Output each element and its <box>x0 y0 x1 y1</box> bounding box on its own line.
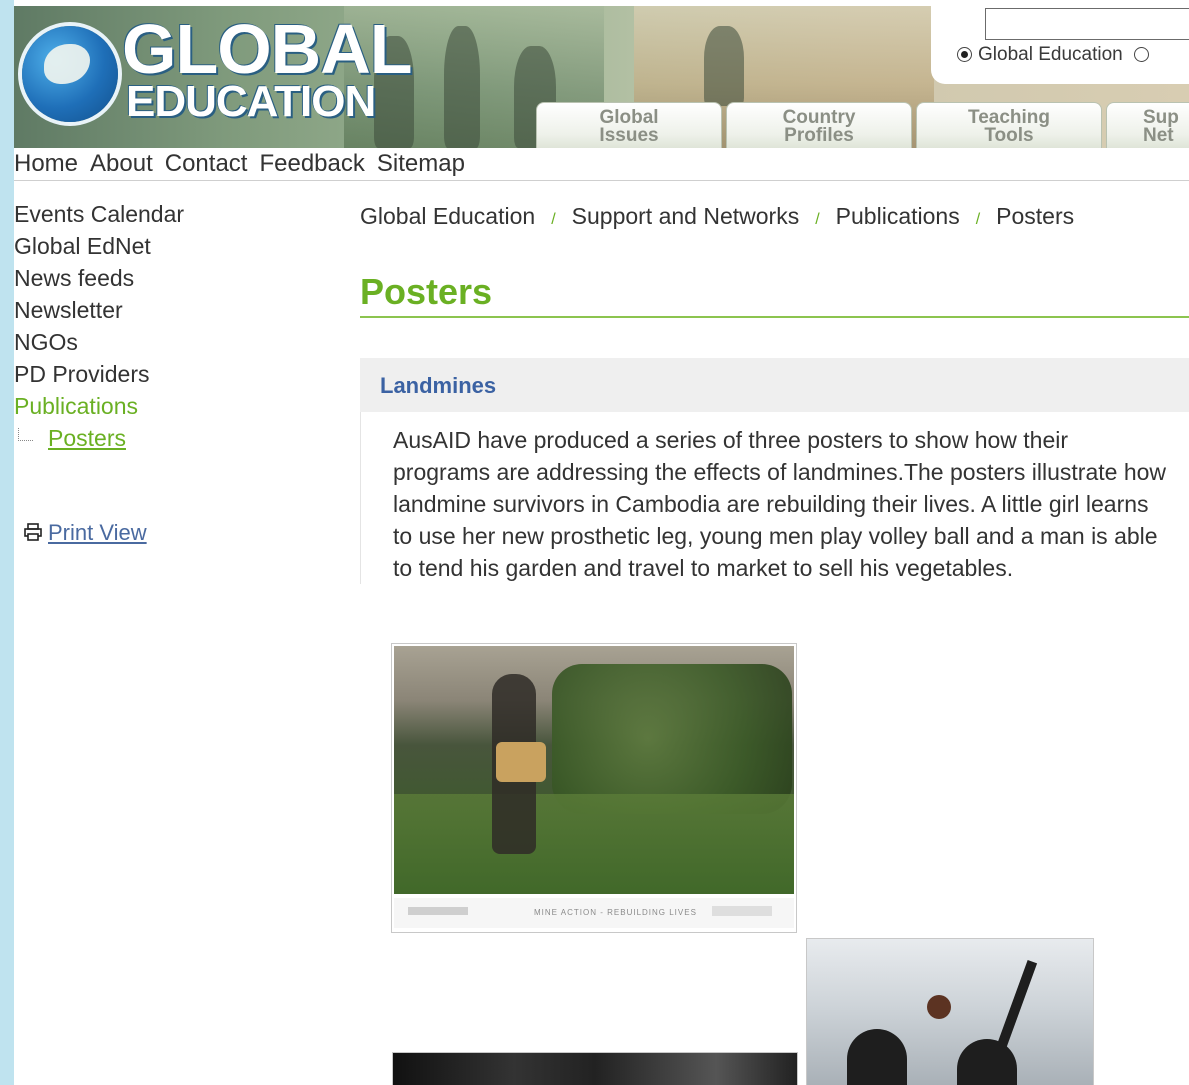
tree-connector-icon <box>18 428 33 441</box>
poster-strip-caption: MINE ACTION - REBUILDING LIVES <box>534 908 697 917</box>
logo-subtitle: EDUCATION <box>126 77 376 126</box>
poster-foliage <box>552 664 792 814</box>
watering-can-shape <box>496 742 546 782</box>
breadcrumb-current: Posters <box>996 203 1075 229</box>
radio-global-education[interactable] <box>957 47 972 63</box>
radio-label: Global Education <box>978 44 1123 65</box>
ausaid-logo-icon <box>408 907 468 915</box>
search-scope: Global Education <box>957 44 1155 66</box>
tab-label: Net <box>1143 125 1174 146</box>
sidebar-item-newsletter[interactable]: Newsletter <box>14 294 344 326</box>
sidebar-item-publications[interactable]: Publications <box>14 390 344 422</box>
header-banner: GLOBAL EDUCATION Global Education Global… <box>14 6 1189 148</box>
sidebar-item-global-ednet[interactable]: Global EdNet <box>14 230 344 262</box>
breadcrumb-global-education[interactable]: Global Education <box>360 203 535 229</box>
sidebar-subitem-posters[interactable]: Posters <box>14 422 344 454</box>
print-view-label: Print View <box>48 520 147 545</box>
poster-figure <box>847 1029 907 1085</box>
breadcrumb-separator-icon: / <box>815 211 820 228</box>
tab-global-issues[interactable]: Global Issues <box>536 102 722 148</box>
breadcrumb-separator-icon: / <box>551 211 556 228</box>
search-panel: Global Education <box>931 6 1189 84</box>
tab-support-networks[interactable]: Sup Net <box>1106 102 1189 148</box>
print-view-link[interactable]: Print View <box>24 520 147 547</box>
poster-footer-strip: MINE ACTION - REBUILDING LIVES <box>394 898 794 928</box>
sidebar-item-events-calendar[interactable]: Events Calendar <box>14 198 344 230</box>
sidebar-item-news-feeds[interactable]: News feeds <box>14 262 344 294</box>
banner-figure <box>704 26 744 106</box>
nav-feedback[interactable]: Feedback <box>259 150 364 177</box>
poster-garden-image[interactable]: MINE ACTION - REBUILDING LIVES <box>391 643 797 933</box>
sidebar: Events Calendar Global EdNet News feeds … <box>14 198 344 454</box>
section-landmines: Landmines AusAID have produced a series … <box>360 357 1189 584</box>
breadcrumb-publications[interactable]: Publications <box>836 203 960 229</box>
top-nav: Home About Contact Feedback Sitemap <box>14 148 1189 181</box>
nav-contact[interactable]: Contact <box>165 150 248 177</box>
tab-label: Issues <box>599 125 659 146</box>
breadcrumb: Global Education / Support and Networks / Pu… <box>360 198 1189 238</box>
nav-home[interactable]: Home <box>14 150 78 177</box>
volleyball-shape <box>927 995 951 1019</box>
section-heading: Landmines <box>360 357 1189 412</box>
page-title: Posters <box>360 272 1189 318</box>
main-content: Global Education / Support and Networks / Pu… <box>360 198 1189 584</box>
globe-icon <box>22 26 118 122</box>
section-body: AusAID have produced a series of three p… <box>360 411 1189 584</box>
poster-photo <box>393 1053 797 1085</box>
breadcrumb-support-networks[interactable]: Support and Networks <box>572 203 800 229</box>
poster-website-text-icon <box>712 906 772 916</box>
search-input[interactable] <box>985 8 1189 40</box>
poster-prosthetic-image[interactable] <box>392 1052 798 1085</box>
poster-volleyball-image[interactable] <box>806 938 1094 1085</box>
tab-country-profiles[interactable]: Country Profiles <box>726 102 912 148</box>
logo-title: GLOBAL <box>122 10 413 88</box>
page: GLOBAL EDUCATION Global Education Global… <box>14 0 1189 1085</box>
breadcrumb-separator-icon: / <box>975 211 981 228</box>
radio-other-scope[interactable] <box>1134 47 1149 63</box>
sidebar-item-pd-providers[interactable]: PD Providers <box>14 358 344 390</box>
nav-about[interactable]: About <box>90 150 153 177</box>
tab-teaching-tools[interactable]: Teaching Tools <box>916 102 1102 148</box>
poster-grass <box>394 794 794 894</box>
printer-icon <box>24 521 42 547</box>
banner-figure <box>444 26 480 148</box>
tab-label: Profiles <box>784 125 854 146</box>
tab-label: Tools <box>984 125 1034 146</box>
sidebar-item-ngos[interactable]: NGOs <box>14 326 344 358</box>
nav-sitemap[interactable]: Sitemap <box>377 150 465 177</box>
sidebar-subitem-label: Posters <box>48 425 126 451</box>
